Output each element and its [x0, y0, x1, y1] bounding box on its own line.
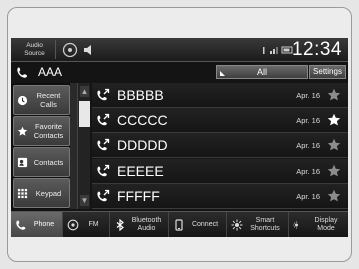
bottom-bar-phone[interactable]: Phone — [11, 212, 63, 237]
contact-name: AAA — [38, 65, 63, 79]
outgoing-call-icon — [97, 139, 110, 151]
bottom-bar-display-mode[interactable]: Display Mode — [289, 212, 348, 237]
call-date: Apr. 16 — [296, 191, 320, 201]
phone-side-menu: Recent Calls Favorite Contacts Contacts — [11, 83, 77, 209]
corner-indicator-icon — [220, 71, 225, 76]
bottom-bar-label: Phone — [33, 221, 55, 228]
scroll-up-arrow-icon[interactable]: ▲ — [80, 86, 89, 97]
favorite-star-icon[interactable] — [327, 88, 341, 102]
call-date: Apr. 16 — [296, 91, 320, 100]
keypad-icon — [17, 188, 28, 199]
status-bar: Audio Source 12:34 — [11, 38, 348, 62]
scroll-down-arrow-icon[interactable]: ▼ — [80, 195, 89, 206]
call-list-item[interactable]: DDDDD Apr. 16 — [92, 133, 348, 159]
clock-icon — [17, 95, 28, 106]
call-contact-name: EEEEE — [117, 162, 164, 179]
nav-keypad[interactable]: Keypad — [13, 178, 70, 208]
bottom-bar-label: Smart Shortcuts — [250, 217, 280, 232]
nav-label: Favorite Contacts — [33, 122, 64, 140]
filter-tab-all[interactable]: All — [216, 65, 308, 79]
favorite-star-icon[interactable] — [327, 164, 341, 178]
favorite-star-icon[interactable] — [327, 113, 341, 127]
bottom-bar-label: Display Mode — [314, 217, 338, 232]
bluetooth-icon — [116, 219, 124, 231]
radio-icon — [67, 219, 79, 231]
call-contact-name: BBBBB — [117, 87, 164, 103]
call-contact-name: DDDDD — [117, 137, 168, 154]
bottom-bar-bluetooth-audio[interactable]: Bluetooth Audio — [110, 212, 169, 237]
call-date: Apr. 16 — [296, 116, 320, 126]
call-list-item[interactable]: EEEEE Apr. 16 — [92, 158, 348, 184]
clock: 12:34 — [291, 39, 342, 60]
nav-contacts[interactable]: Contacts — [13, 147, 70, 177]
bottom-bar-label: Connect — [191, 221, 219, 228]
signal-status-icons — [261, 44, 295, 56]
list-scrollbar[interactable]: ▲ ▼ — [77, 83, 90, 209]
speaker-icon — [84, 45, 91, 55]
call-date: Apr. 16 — [296, 141, 320, 151]
outgoing-call-icon — [97, 114, 110, 126]
bottom-bar-smart-shortcuts[interactable]: Smart Shortcuts — [227, 212, 289, 237]
smartphone-icon — [175, 219, 183, 231]
favorite-star-icon[interactable] — [327, 138, 341, 152]
call-list-item[interactable]: FFFFF Apr. 16 — [92, 183, 348, 209]
shortcuts-icon — [231, 219, 243, 231]
filter-tab-label: All — [256, 67, 267, 77]
nav-favorite-contacts[interactable]: Favorite Contacts — [13, 116, 70, 146]
signal-icon — [263, 46, 293, 54]
bottom-bar-fm[interactable]: FM — [63, 212, 110, 237]
phone-icon — [16, 220, 26, 230]
call-history-list: BBBBB Apr. 16 CCCCC Apr. 16 DDDDD Apr. 16 EEEE… — [92, 83, 348, 209]
audio-source-button[interactable]: Audio Source — [14, 40, 56, 59]
call-date: Apr. 16 — [296, 166, 320, 176]
favorite-star-icon[interactable] — [327, 189, 341, 203]
radio-icon — [62, 42, 78, 58]
nav-label: Recent Calls — [36, 91, 61, 109]
bottom-bar-label: Bluetooth Audio — [131, 217, 162, 232]
bottom-bar-connect[interactable]: Connect — [169, 212, 227, 237]
bottom-source-bar: Phone FM Bluetooth Audio Connect Smart Short… — [11, 211, 348, 237]
outgoing-call-icon — [97, 189, 110, 202]
call-list-item[interactable]: CCCCC Apr. 16 — [92, 108, 348, 134]
infotainment-screen: Audio Source 12:34 AAA All Settings Rece… — [11, 38, 348, 237]
contact-card-icon — [17, 157, 28, 168]
scroll-thumb[interactable] — [79, 101, 90, 127]
call-contact-name: CCCCC — [117, 112, 168, 129]
bottom-bar-label: FM — [88, 221, 99, 228]
display-mode-icon — [293, 221, 302, 229]
nav-label: Contacts — [33, 157, 64, 167]
star-icon — [17, 126, 28, 136]
menu-divider — [70, 83, 77, 209]
call-list-item[interactable]: BBBBB Apr. 16 — [92, 83, 348, 108]
outgoing-call-icon — [97, 88, 110, 101]
contact-header: AAA All Settings — [11, 63, 348, 81]
nav-label: Keypad — [35, 188, 62, 198]
outgoing-call-icon — [97, 164, 110, 176]
nav-recent-calls[interactable]: Recent Calls — [13, 85, 70, 115]
call-contact-name: FFFFF — [117, 187, 160, 204]
phone-icon — [17, 67, 28, 78]
settings-button[interactable]: Settings — [309, 65, 346, 79]
